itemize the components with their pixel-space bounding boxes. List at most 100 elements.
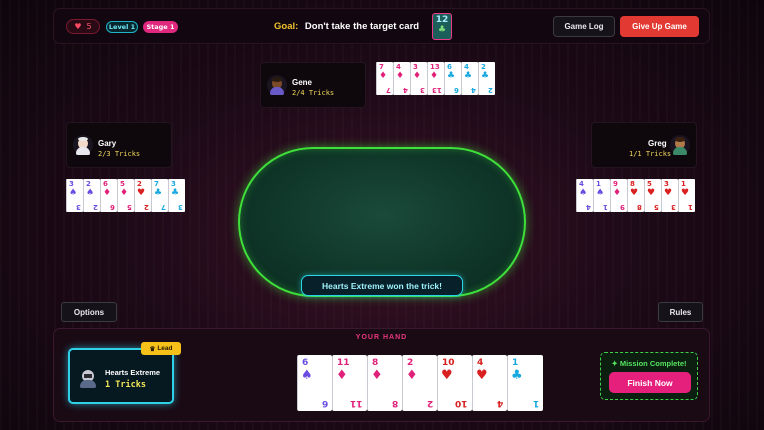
game-log-button[interactable]: Game Log bbox=[553, 16, 615, 37]
playing-card[interactable]: 2 ♦ 2 bbox=[402, 355, 437, 411]
mission-status: ✦ Mission Complete! bbox=[611, 359, 687, 368]
suit-icon: ♦ bbox=[413, 71, 422, 81]
card-rank-bottom: 4 bbox=[586, 203, 591, 211]
card-rank: 7 bbox=[379, 63, 384, 71]
player-tricks: 2/3 Tricks bbox=[98, 150, 141, 158]
player-name: Gary bbox=[98, 139, 117, 148]
card-rank: 4 bbox=[579, 180, 584, 188]
card-rank-bottom: 2 bbox=[488, 86, 493, 94]
lives-counter: ♥ 5 bbox=[66, 19, 100, 34]
suit-icon: ♦ bbox=[371, 368, 383, 383]
card-rank-bottom: 5 bbox=[127, 203, 132, 211]
player-name: Gene bbox=[292, 78, 313, 87]
suit-icon: ♦ bbox=[613, 188, 622, 198]
suit-icon: ♦ bbox=[406, 368, 418, 383]
suit-icon: ♥ bbox=[630, 188, 639, 198]
card-rank-bottom: 3 bbox=[420, 86, 425, 94]
playing-card: 2 ♠ 2 bbox=[83, 179, 100, 212]
card-rank: 2 bbox=[407, 358, 414, 368]
playing-card: 7 ♣ 7 bbox=[151, 179, 168, 212]
card-rank: 5 bbox=[647, 180, 652, 188]
card-rank-bottom: 4 bbox=[471, 86, 476, 94]
playing-card: 3 ♦ 3 bbox=[410, 62, 427, 95]
card-rank-bottom: 6 bbox=[321, 398, 328, 408]
playing-card: 4 ♠ 4 bbox=[576, 179, 593, 212]
trick-result-message: Hearts Extreme won the trick! bbox=[301, 275, 463, 296]
card-rank-bottom: 7 bbox=[161, 203, 166, 211]
card-rank: 3 bbox=[413, 63, 418, 71]
card-rank: 7 bbox=[154, 180, 159, 188]
playing-card: 6 ♣ 6 bbox=[444, 62, 461, 95]
suit-icon: ♠ bbox=[596, 188, 605, 198]
playing-card: 4 ♣ 4 bbox=[461, 62, 478, 95]
playing-card[interactable]: 1 ♣ 1 bbox=[507, 355, 543, 411]
rules-button[interactable]: Rules bbox=[658, 302, 703, 322]
my-player-name: Hearts Extreme bbox=[105, 368, 161, 377]
suit-icon: ♦ bbox=[103, 188, 112, 198]
card-rank: 4 bbox=[464, 63, 469, 71]
playing-card: 3 ♠ 3 bbox=[66, 179, 83, 212]
avatar bbox=[73, 135, 93, 155]
give-up-button[interactable]: Give Up Game bbox=[620, 16, 699, 37]
playing-card[interactable]: 11 ♦ 11 bbox=[332, 355, 367, 411]
avatar bbox=[267, 75, 287, 95]
my-hand: 6 ♠ 6 11 ♦ 11 8 ♦ 8 2 ♦ 2 10 ♥ 10 4 ♥ 4 1 ♣ 1 bbox=[297, 355, 543, 411]
suit-icon: ♥ bbox=[647, 188, 656, 198]
card-rank: 10 bbox=[442, 358, 455, 368]
card-rank: 8 bbox=[372, 358, 379, 368]
card-rank: 8 bbox=[630, 180, 635, 188]
card-rank-bottom: 6 bbox=[454, 86, 459, 94]
player-hand-panel: YOUR HAND Hearts Extreme 1 Tricks ♛ Lead… bbox=[53, 328, 710, 422]
card-rank-bottom: 3 bbox=[178, 203, 183, 211]
suit-icon: ♣ bbox=[464, 71, 473, 81]
playing-card: 8 ♥ 8 bbox=[627, 179, 644, 212]
playing-card: 9 ♦ 9 bbox=[610, 179, 627, 212]
player-name: Greg bbox=[648, 139, 667, 148]
playing-card[interactable]: 4 ♥ 4 bbox=[472, 355, 507, 411]
card-rank: 4 bbox=[396, 63, 401, 71]
card-rank: 6 bbox=[302, 358, 309, 368]
card-rank-bottom: 13 bbox=[432, 86, 442, 94]
playing-card[interactable]: 8 ♦ 8 bbox=[367, 355, 402, 411]
card-rank-bottom: 8 bbox=[391, 398, 398, 408]
options-button[interactable]: Options bbox=[61, 302, 117, 322]
suit-icon: ♥ bbox=[476, 368, 488, 383]
card-rank-bottom: 11 bbox=[350, 398, 363, 408]
lives-value: 5 bbox=[86, 22, 92, 31]
card-rank: 9 bbox=[613, 180, 618, 188]
opponent-hand-greg: 4 ♠ 4 1 ♠ 1 9 ♦ 9 8 ♥ 8 5 ♥ 5 3 ♥ 3 1 ♥ 1 bbox=[576, 179, 695, 212]
card-rank: 5 bbox=[120, 180, 125, 188]
card-rank-bottom: 4 bbox=[496, 398, 503, 408]
card-rank: 3 bbox=[664, 180, 669, 188]
opponent-hand-gary: 3 ♠ 3 2 ♠ 2 6 ♦ 6 5 ♦ 5 2 ♥ 2 7 ♣ 7 3 ♣ 3 bbox=[66, 179, 185, 212]
finish-now-button[interactable]: Finish Now bbox=[609, 372, 691, 393]
suit-icon: ♦ bbox=[336, 368, 348, 383]
opponent-hand-gene: 7 ♦ 7 4 ♦ 4 3 ♦ 3 13 ♦ 13 6 ♣ 6 4 ♣ 4 2 ♣ 2 bbox=[376, 62, 495, 95]
player-tricks: 1/1 Tricks bbox=[629, 150, 672, 158]
card-rank-bottom: 9 bbox=[620, 203, 625, 211]
playing-card[interactable]: 6 ♠ 6 bbox=[297, 355, 332, 411]
card-rank: 3 bbox=[171, 180, 176, 188]
playing-card: 7 ♦ 7 bbox=[376, 62, 393, 95]
card-rank-bottom: 6 bbox=[110, 203, 115, 211]
card-rank-bottom: 1 bbox=[688, 203, 693, 211]
playing-card: 3 ♣ 3 bbox=[168, 179, 185, 212]
player-tricks: 2/4 Tricks bbox=[292, 89, 335, 97]
card-rank-bottom: 7 bbox=[386, 86, 391, 94]
suit-icon: ♥ bbox=[441, 368, 453, 383]
playing-card: 6 ♦ 6 bbox=[100, 179, 117, 212]
card-rank-bottom: 5 bbox=[654, 203, 659, 211]
goal-label: Goal: bbox=[274, 21, 299, 32]
playing-card[interactable]: 10 ♥ 10 bbox=[437, 355, 472, 411]
card-rank-bottom: 2 bbox=[93, 203, 98, 211]
avatar bbox=[670, 135, 690, 155]
my-player-card: Hearts Extreme 1 Tricks bbox=[68, 348, 174, 404]
suit-icon: ♣ bbox=[447, 71, 456, 81]
goal-description: Don't take the target card bbox=[304, 21, 420, 32]
card-rank-bottom: 1 bbox=[603, 203, 608, 211]
target-card: 12 ♣ bbox=[432, 13, 452, 40]
stage-badge: Stage 1 bbox=[143, 21, 178, 33]
playing-card: 2 ♣ 2 bbox=[478, 62, 495, 95]
heart-icon: ♥ bbox=[74, 22, 82, 31]
card-rank: 2 bbox=[86, 180, 91, 188]
